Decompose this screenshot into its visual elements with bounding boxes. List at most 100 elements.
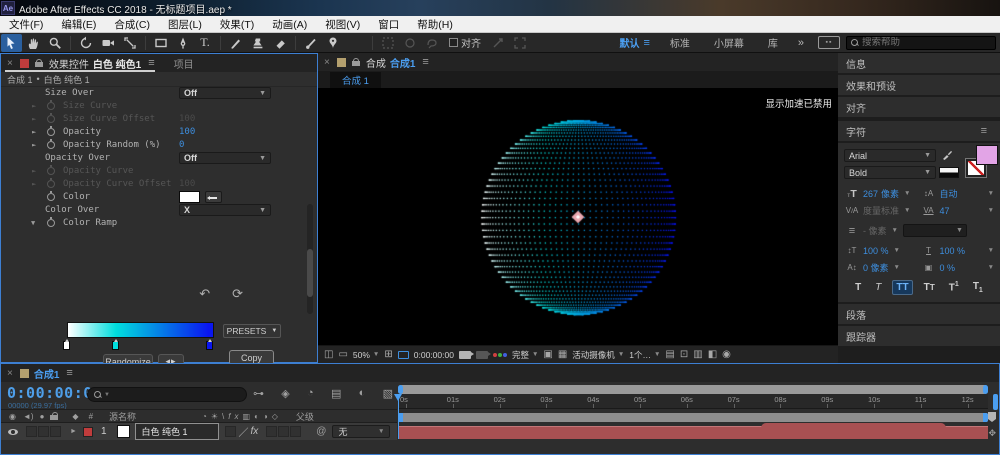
parent-column[interactable]: 父级: [296, 410, 314, 423]
subscript-button[interactable]: T1: [970, 280, 986, 295]
panel-section-段落[interactable]: 段落: [838, 304, 1000, 324]
quality-icon[interactable]: ／: [239, 424, 249, 439]
switch-cell[interactable]: [290, 426, 301, 437]
panel-menu-icon[interactable]: ≡: [143, 57, 159, 69]
timeline-scrollbar[interactable]: [993, 394, 998, 410]
camera-tool-icon[interactable]: [98, 34, 119, 52]
time-navigator-bar[interactable]: [398, 385, 988, 394]
tab-project[interactable]: 项目: [160, 56, 208, 71]
property-value[interactable]: 100: [179, 179, 195, 189]
presets-button[interactable]: PRESETS▼: [223, 324, 281, 338]
tracking-value[interactable]: 47: [940, 206, 950, 216]
fill-stroke-default-swatch[interactable]: [939, 167, 959, 178]
stopwatch-icon[interactable]: [47, 180, 55, 188]
expand-arrow-icon[interactable]: ►: [32, 128, 36, 136]
property-value[interactable]: 100: [179, 127, 195, 137]
pen-tool-icon[interactable]: [173, 34, 194, 52]
draft-3d-icon[interactable]: ◈: [281, 387, 289, 400]
tsume-value[interactable]: 0 %: [940, 263, 956, 273]
gradient-stop[interactable]: [63, 341, 70, 350]
tab-effect-target[interactable]: 白色 纯色1: [91, 56, 143, 71]
size-over-dropdown[interactable]: Off▼: [179, 87, 271, 99]
workspace-overflow[interactable]: »: [790, 37, 812, 49]
rectangle-tool-icon[interactable]: [151, 34, 172, 52]
close-panel-icon[interactable]: ×: [1, 58, 17, 69]
grid-options-icon[interactable]: ⊞: [384, 349, 392, 360]
hide-shy-layers-icon[interactable]: ◔: [307, 387, 314, 400]
stroke-style-dropdown[interactable]: ▼: [903, 224, 967, 237]
vertical-scale-value[interactable]: 100 %: [863, 246, 889, 256]
clone-stamp-tool-icon[interactable]: [248, 34, 269, 52]
gradient-stop[interactable]: [112, 341, 119, 350]
expand-arrow-icon[interactable]: ►: [32, 167, 36, 175]
stopwatch-icon[interactable]: [47, 193, 55, 201]
parent-pickwhip-icon[interactable]: @: [316, 426, 326, 437]
faux-italic-button[interactable]: T: [872, 281, 884, 294]
exposure-icon[interactable]: ◉: [722, 349, 731, 360]
comp-marker-icon[interactable]: [988, 412, 996, 422]
mini-flowchart-icon[interactable]: ⊶: [253, 387, 264, 400]
snapshot-icon[interactable]: [459, 351, 471, 359]
magnification-dropdown[interactable]: 50%▼: [353, 350, 379, 360]
transparency-grid-icon[interactable]: ▦: [558, 349, 567, 360]
layer-expand-arrow[interactable]: ►: [70, 428, 77, 435]
layer-row[interactable]: ► 1 白色 纯色 1 ／ fx @ 无▼: [1, 423, 397, 440]
panel-section-跟踪器[interactable]: 跟踪器: [838, 326, 1000, 346]
tab-effect-controls[interactable]: 效果控件: [47, 56, 91, 71]
property-value[interactable]: 0: [179, 140, 184, 150]
rotation-tool-icon[interactable]: [76, 34, 97, 52]
switch-cell[interactable]: [266, 426, 277, 437]
fx-icon[interactable]: fx: [251, 426, 259, 437]
panel-scrollbar[interactable]: [307, 204, 313, 314]
expand-arrow-icon[interactable]: ►: [32, 115, 36, 123]
solo-cell[interactable]: [38, 426, 49, 437]
snap-toggle[interactable]: 对齐: [449, 35, 481, 50]
timeline-tab[interactable]: 合成1: [32, 366, 62, 381]
selection-tool-icon[interactable]: [1, 34, 22, 52]
workspace-item[interactable]: 标准: [658, 35, 702, 50]
small-caps-button[interactable]: TT: [921, 281, 938, 294]
layer-name[interactable]: 白色 纯色 1: [135, 423, 219, 440]
composition-viewer[interactable]: 显示加速已禁用: [318, 88, 838, 345]
menu-item[interactable]: 文件(F): [0, 17, 52, 32]
gradient-bar[interactable]: [67, 322, 214, 338]
property-value[interactable]: 100: [179, 114, 195, 124]
snap-checkbox[interactable]: [449, 38, 458, 47]
workspace-active[interactable]: 默认: [607, 35, 643, 50]
pan-behind-tool-icon[interactable]: [120, 34, 141, 52]
stopwatch-icon[interactable]: [47, 128, 55, 136]
eyedropper-icon[interactable]: [205, 191, 222, 203]
baseline-shift-value[interactable]: 0 像素: [863, 261, 889, 274]
superscript-button[interactable]: T1: [946, 280, 962, 294]
zoom-tool-icon[interactable]: [45, 34, 66, 52]
menu-item[interactable]: 帮助(H): [408, 17, 462, 32]
workspace-item[interactable]: 小屏幕: [702, 35, 756, 50]
panel-menu-icon[interactable]: ≡: [976, 125, 992, 137]
panel-menu-icon[interactable]: ≡: [61, 367, 77, 379]
fill-color-swatch[interactable]: [976, 145, 998, 165]
color-swatch[interactable]: [179, 191, 200, 203]
collapse-arrow-icon[interactable]: ▼: [31, 219, 35, 227]
tab-composition-name[interactable]: 合成1: [388, 55, 418, 70]
menu-item[interactable]: 窗口: [369, 17, 408, 32]
switch-cell[interactable]: [278, 426, 289, 437]
lock-icon[interactable]: [352, 58, 361, 66]
preview-time[interactable]: 0:00:00:00: [414, 350, 454, 360]
menu-item[interactable]: 视图(V): [316, 17, 369, 32]
menu-item[interactable]: 合成(C): [105, 17, 159, 32]
type-tool-icon[interactable]: T.: [195, 34, 216, 52]
reset-icon[interactable]: ⟳: [232, 286, 243, 302]
graph-editor-icon[interactable]: ▧: [383, 387, 393, 400]
time-ruler[interactable]: 0s01s02s03s04s05s06s07s08s09s10s11s12s: [398, 394, 988, 409]
layer-label-color[interactable]: [83, 427, 93, 437]
channel-settings-icon[interactable]: [493, 353, 507, 357]
menu-item[interactable]: 编辑(E): [52, 17, 105, 32]
source-name-column[interactable]: 源名称: [109, 410, 136, 423]
expand-arrow-icon[interactable]: ►: [32, 180, 36, 188]
font-style-dropdown[interactable]: Bold▼: [844, 166, 936, 179]
scrollbar-thumb[interactable]: [307, 249, 313, 297]
opacity-over-dropdown[interactable]: Off▼: [179, 152, 271, 164]
close-panel-icon[interactable]: ×: [1, 368, 17, 379]
faux-bold-button[interactable]: T: [852, 281, 864, 294]
resolution-dropdown[interactable]: 完整▼: [512, 349, 538, 361]
